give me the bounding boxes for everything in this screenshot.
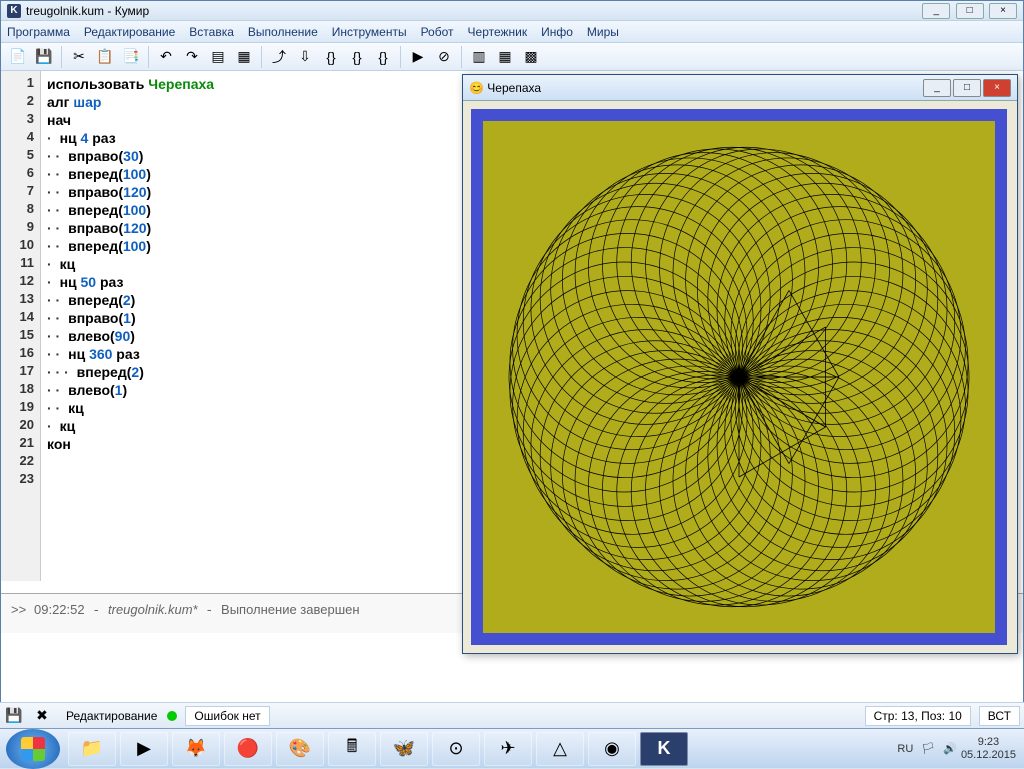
system-tray[interactable]: RU 🏳 🔊 9:23 05.12.2015 xyxy=(885,736,1024,762)
task-firefox[interactable]: 🦊 xyxy=(172,732,220,766)
turtle-maximize-button[interactable]: □ xyxy=(953,79,981,97)
toolbar-button[interactable]: ▦ xyxy=(232,45,256,69)
task-kumir[interactable]: K xyxy=(640,732,688,766)
menu-Программа[interactable]: Программа xyxy=(7,25,70,39)
toolbar-button[interactable]: ▦ xyxy=(493,45,517,69)
status-mode: Редактирование xyxy=(56,709,167,723)
menu-Выполнение[interactable]: Выполнение xyxy=(248,25,318,39)
turtle-title: Черепаха xyxy=(487,81,541,95)
toolbar-button[interactable]: ▶ xyxy=(406,45,430,69)
task-app3[interactable]: ⊙ xyxy=(432,732,480,766)
window-controls: _ □ × xyxy=(920,2,1017,19)
menu-Инфо[interactable]: Инфо xyxy=(541,25,573,39)
turtle-minimize-button[interactable]: _ xyxy=(923,79,951,97)
toolbar-button[interactable]: {} xyxy=(345,45,369,69)
start-button[interactable] xyxy=(6,729,60,769)
toolbar-button[interactable]: {} xyxy=(319,45,343,69)
toolbar-button[interactable]: 📑 xyxy=(119,45,143,69)
taskbar[interactable]: 📁 ▶ 🦊 🔴 🎨 🖩 🦋 ⊙ ✈ △ ◉ K RU 🏳 🔊 9:23 05.1… xyxy=(0,728,1024,768)
task-app4[interactable]: ✈ xyxy=(484,732,532,766)
console-prompt: >> xyxy=(11,602,26,617)
status-bar: 💾 ✖ Редактирование Ошибок нет Стр: 13, П… xyxy=(0,702,1024,728)
menu-Чертежник[interactable]: Чертежник xyxy=(468,25,528,39)
turtle-title-bar[interactable]: 😊 Черепаха _ □ × xyxy=(463,75,1017,101)
title-bar[interactable]: K treugolnik.kum - Кумир _ □ × xyxy=(1,1,1023,21)
task-app5[interactable]: △ xyxy=(536,732,584,766)
task-paint[interactable]: 🎨 xyxy=(276,732,324,766)
status-insert-mode: ВСТ xyxy=(979,706,1020,726)
task-media[interactable]: ▶ xyxy=(120,732,168,766)
maximize-button[interactable]: □ xyxy=(956,3,984,19)
status-light-icon xyxy=(167,711,177,721)
menu-Инструменты[interactable]: Инструменты xyxy=(332,25,407,39)
toolbar-button[interactable]: ▩ xyxy=(519,45,543,69)
minimize-button[interactable]: _ xyxy=(922,3,950,19)
toolbar-button[interactable]: 📋 xyxy=(93,45,117,69)
toolbar-button[interactable]: ↷ xyxy=(180,45,204,69)
console-file: treugolnik.kum* xyxy=(108,602,198,617)
toolbar-button[interactable]: ▥ xyxy=(467,45,491,69)
tray-volume-icon[interactable]: 🔊 xyxy=(943,742,957,755)
task-app2[interactable]: 🦋 xyxy=(380,732,428,766)
toolbar-button[interactable]: ↶ xyxy=(154,45,178,69)
turtle-close-button[interactable]: × xyxy=(983,79,1011,97)
task-chrome[interactable]: ◉ xyxy=(588,732,636,766)
close-button[interactable]: × xyxy=(989,3,1017,19)
task-explorer[interactable]: 📁 xyxy=(68,732,116,766)
menu-Робот[interactable]: Робот xyxy=(421,25,454,39)
menu-Вставка[interactable]: Вставка xyxy=(189,25,234,39)
app-icon: K xyxy=(7,4,21,18)
tray-clock[interactable]: 9:23 05.12.2015 xyxy=(961,736,1016,762)
console-time: 09:22:52 xyxy=(34,602,85,617)
turtle-icon: 😊 xyxy=(469,81,484,95)
menu-bar: Программа Редактирование Вставка Выполнение… xyxy=(1,21,1023,43)
toolbar-button[interactable]: 📄 xyxy=(6,45,30,69)
menu-Редактирование[interactable]: Редактирование xyxy=(84,25,175,39)
turtle-canvas xyxy=(471,109,1007,645)
status-errors: Ошибок нет xyxy=(185,706,269,726)
menu-Миры[interactable]: Миры xyxy=(587,25,619,39)
tray-lang[interactable]: RU xyxy=(897,743,913,755)
toolbar-button[interactable]: ✂ xyxy=(67,45,91,69)
toolbar-button[interactable]: ▤ xyxy=(206,45,230,69)
toolbar-button[interactable]: ⊘ xyxy=(432,45,456,69)
task-calc[interactable]: 🖩 xyxy=(328,732,376,766)
line-gutter: 1234567891011121314151617181920212223 xyxy=(1,71,41,581)
toolbar-button[interactable]: ⤴ xyxy=(267,45,291,69)
save-icon[interactable]: 💾 xyxy=(2,706,26,726)
turtle-window[interactable]: 😊 Черепаха _ □ × xyxy=(462,74,1018,654)
console-msg: Выполнение завершен xyxy=(221,602,360,617)
window-title: treugolnik.kum - Кумир xyxy=(26,4,149,18)
toolbar: 📄💾✂📋📑↶↷▤▦⤴⇩{}{}{}▶⊘▥▦▩ xyxy=(1,43,1023,71)
toolbar-button[interactable]: 💾 xyxy=(32,45,56,69)
tray-flag-icon[interactable]: 🏳 xyxy=(921,742,935,755)
toolbar-button[interactable]: ⇩ xyxy=(293,45,317,69)
toolbar-button[interactable]: {} xyxy=(371,45,395,69)
cancel-icon[interactable]: ✖ xyxy=(30,706,54,726)
status-position: Стр: 13, Поз: 10 xyxy=(865,706,971,726)
task-app1[interactable]: 🔴 xyxy=(224,732,272,766)
